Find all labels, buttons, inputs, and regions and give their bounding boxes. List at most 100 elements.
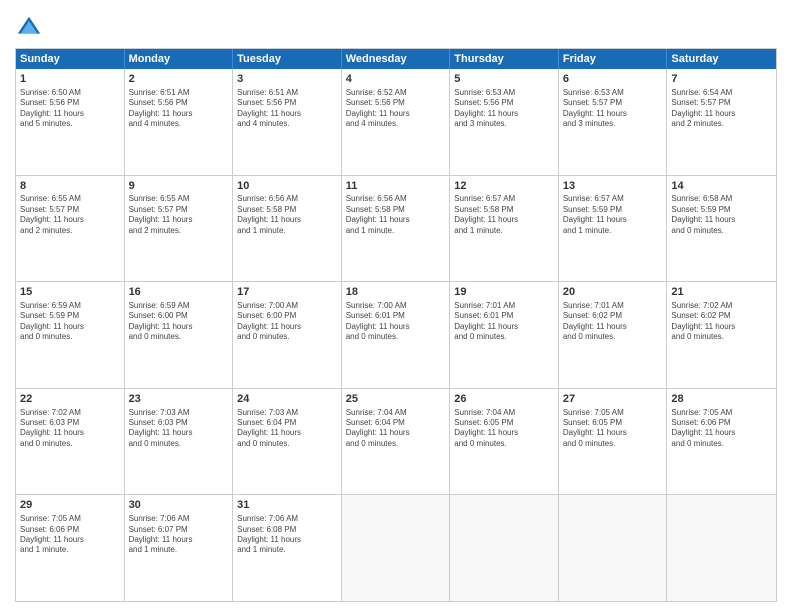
day-number: 14	[671, 179, 772, 194]
calendar-cell: 30Sunrise: 7:06 AM Sunset: 6:07 PM Dayli…	[125, 495, 234, 601]
day-number: 3	[237, 72, 337, 87]
day-info: Sunrise: 7:01 AM Sunset: 6:01 PM Dayligh…	[454, 301, 554, 343]
cal-header-day: Sunday	[16, 49, 125, 69]
calendar-header: SundayMondayTuesdayWednesdayThursdayFrid…	[16, 49, 776, 69]
calendar-cell: 16Sunrise: 6:59 AM Sunset: 6:00 PM Dayli…	[125, 282, 234, 388]
day-info: Sunrise: 6:58 AM Sunset: 5:59 PM Dayligh…	[671, 194, 772, 236]
day-info: Sunrise: 7:05 AM Sunset: 6:05 PM Dayligh…	[563, 408, 663, 450]
day-number: 9	[129, 179, 229, 194]
day-number: 30	[129, 498, 229, 513]
calendar-row: 29Sunrise: 7:05 AM Sunset: 6:06 PM Dayli…	[16, 494, 776, 601]
day-number: 7	[671, 72, 772, 87]
day-info: Sunrise: 7:04 AM Sunset: 6:04 PM Dayligh…	[346, 408, 446, 450]
calendar-cell: 14Sunrise: 6:58 AM Sunset: 5:59 PM Dayli…	[667, 176, 776, 282]
day-number: 29	[20, 498, 120, 513]
day-info: Sunrise: 6:56 AM Sunset: 5:58 PM Dayligh…	[346, 194, 446, 236]
calendar-cell: 27Sunrise: 7:05 AM Sunset: 6:05 PM Dayli…	[559, 389, 668, 495]
calendar-cell: 8Sunrise: 6:55 AM Sunset: 5:57 PM Daylig…	[16, 176, 125, 282]
calendar-cell: 31Sunrise: 7:06 AM Sunset: 6:08 PM Dayli…	[233, 495, 342, 601]
day-info: Sunrise: 7:00 AM Sunset: 6:01 PM Dayligh…	[346, 301, 446, 343]
day-info: Sunrise: 6:51 AM Sunset: 5:56 PM Dayligh…	[129, 88, 229, 130]
day-number: 21	[671, 285, 772, 300]
day-number: 19	[454, 285, 554, 300]
calendar-cell	[342, 495, 451, 601]
calendar-cell: 11Sunrise: 6:56 AM Sunset: 5:58 PM Dayli…	[342, 176, 451, 282]
day-number: 13	[563, 179, 663, 194]
calendar-cell: 23Sunrise: 7:03 AM Sunset: 6:03 PM Dayli…	[125, 389, 234, 495]
calendar-cell: 10Sunrise: 6:56 AM Sunset: 5:58 PM Dayli…	[233, 176, 342, 282]
day-number: 16	[129, 285, 229, 300]
calendar-cell: 3Sunrise: 6:51 AM Sunset: 5:56 PM Daylig…	[233, 69, 342, 175]
calendar: SundayMondayTuesdayWednesdayThursdayFrid…	[15, 48, 777, 602]
calendar-cell: 22Sunrise: 7:02 AM Sunset: 6:03 PM Dayli…	[16, 389, 125, 495]
calendar-cell	[667, 495, 776, 601]
day-info: Sunrise: 7:06 AM Sunset: 6:08 PM Dayligh…	[237, 514, 337, 556]
day-number: 27	[563, 392, 663, 407]
calendar-cell: 21Sunrise: 7:02 AM Sunset: 6:02 PM Dayli…	[667, 282, 776, 388]
day-number: 17	[237, 285, 337, 300]
day-info: Sunrise: 6:59 AM Sunset: 6:00 PM Dayligh…	[129, 301, 229, 343]
header	[15, 10, 777, 42]
calendar-cell: 17Sunrise: 7:00 AM Sunset: 6:00 PM Dayli…	[233, 282, 342, 388]
day-info: Sunrise: 6:55 AM Sunset: 5:57 PM Dayligh…	[129, 194, 229, 236]
day-info: Sunrise: 6:57 AM Sunset: 5:58 PM Dayligh…	[454, 194, 554, 236]
day-number: 2	[129, 72, 229, 87]
calendar-cell: 24Sunrise: 7:03 AM Sunset: 6:04 PM Dayli…	[233, 389, 342, 495]
calendar-row: 1Sunrise: 6:50 AM Sunset: 5:56 PM Daylig…	[16, 69, 776, 175]
day-info: Sunrise: 7:03 AM Sunset: 6:04 PM Dayligh…	[237, 408, 337, 450]
day-number: 26	[454, 392, 554, 407]
day-info: Sunrise: 7:04 AM Sunset: 6:05 PM Dayligh…	[454, 408, 554, 450]
calendar-cell: 26Sunrise: 7:04 AM Sunset: 6:05 PM Dayli…	[450, 389, 559, 495]
day-info: Sunrise: 6:52 AM Sunset: 5:56 PM Dayligh…	[346, 88, 446, 130]
day-number: 11	[346, 179, 446, 194]
calendar-body: 1Sunrise: 6:50 AM Sunset: 5:56 PM Daylig…	[16, 69, 776, 601]
cal-header-day: Friday	[559, 49, 668, 69]
cal-header-day: Tuesday	[233, 49, 342, 69]
page: SundayMondayTuesdayWednesdayThursdayFrid…	[0, 0, 792, 612]
day-info: Sunrise: 7:03 AM Sunset: 6:03 PM Dayligh…	[129, 408, 229, 450]
calendar-cell: 20Sunrise: 7:01 AM Sunset: 6:02 PM Dayli…	[559, 282, 668, 388]
day-info: Sunrise: 6:51 AM Sunset: 5:56 PM Dayligh…	[237, 88, 337, 130]
day-number: 20	[563, 285, 663, 300]
day-number: 31	[237, 498, 337, 513]
cal-header-day: Wednesday	[342, 49, 451, 69]
cal-header-day: Saturday	[667, 49, 776, 69]
day-info: Sunrise: 6:56 AM Sunset: 5:58 PM Dayligh…	[237, 194, 337, 236]
day-info: Sunrise: 6:50 AM Sunset: 5:56 PM Dayligh…	[20, 88, 120, 130]
day-info: Sunrise: 7:01 AM Sunset: 6:02 PM Dayligh…	[563, 301, 663, 343]
calendar-cell: 1Sunrise: 6:50 AM Sunset: 5:56 PM Daylig…	[16, 69, 125, 175]
day-number: 23	[129, 392, 229, 407]
calendar-cell: 7Sunrise: 6:54 AM Sunset: 5:57 PM Daylig…	[667, 69, 776, 175]
calendar-cell: 4Sunrise: 6:52 AM Sunset: 5:56 PM Daylig…	[342, 69, 451, 175]
day-info: Sunrise: 6:53 AM Sunset: 5:57 PM Dayligh…	[563, 88, 663, 130]
calendar-cell: 13Sunrise: 6:57 AM Sunset: 5:59 PM Dayli…	[559, 176, 668, 282]
calendar-cell	[559, 495, 668, 601]
day-info: Sunrise: 6:53 AM Sunset: 5:56 PM Dayligh…	[454, 88, 554, 130]
calendar-row: 8Sunrise: 6:55 AM Sunset: 5:57 PM Daylig…	[16, 175, 776, 282]
day-info: Sunrise: 7:06 AM Sunset: 6:07 PM Dayligh…	[129, 514, 229, 556]
day-number: 12	[454, 179, 554, 194]
day-number: 28	[671, 392, 772, 407]
calendar-cell: 25Sunrise: 7:04 AM Sunset: 6:04 PM Dayli…	[342, 389, 451, 495]
day-info: Sunrise: 7:02 AM Sunset: 6:02 PM Dayligh…	[671, 301, 772, 343]
calendar-cell: 18Sunrise: 7:00 AM Sunset: 6:01 PM Dayli…	[342, 282, 451, 388]
day-number: 1	[20, 72, 120, 87]
day-number: 22	[20, 392, 120, 407]
logo-icon	[15, 14, 43, 42]
day-info: Sunrise: 7:05 AM Sunset: 6:06 PM Dayligh…	[20, 514, 120, 556]
day-number: 5	[454, 72, 554, 87]
day-number: 10	[237, 179, 337, 194]
logo	[15, 14, 47, 42]
cal-header-day: Monday	[125, 49, 234, 69]
calendar-cell: 9Sunrise: 6:55 AM Sunset: 5:57 PM Daylig…	[125, 176, 234, 282]
calendar-cell: 5Sunrise: 6:53 AM Sunset: 5:56 PM Daylig…	[450, 69, 559, 175]
calendar-row: 22Sunrise: 7:02 AM Sunset: 6:03 PM Dayli…	[16, 388, 776, 495]
day-number: 4	[346, 72, 446, 87]
calendar-cell: 28Sunrise: 7:05 AM Sunset: 6:06 PM Dayli…	[667, 389, 776, 495]
calendar-cell: 2Sunrise: 6:51 AM Sunset: 5:56 PM Daylig…	[125, 69, 234, 175]
day-info: Sunrise: 6:59 AM Sunset: 5:59 PM Dayligh…	[20, 301, 120, 343]
calendar-row: 15Sunrise: 6:59 AM Sunset: 5:59 PM Dayli…	[16, 281, 776, 388]
day-info: Sunrise: 6:57 AM Sunset: 5:59 PM Dayligh…	[563, 194, 663, 236]
day-info: Sunrise: 7:00 AM Sunset: 6:00 PM Dayligh…	[237, 301, 337, 343]
day-number: 25	[346, 392, 446, 407]
